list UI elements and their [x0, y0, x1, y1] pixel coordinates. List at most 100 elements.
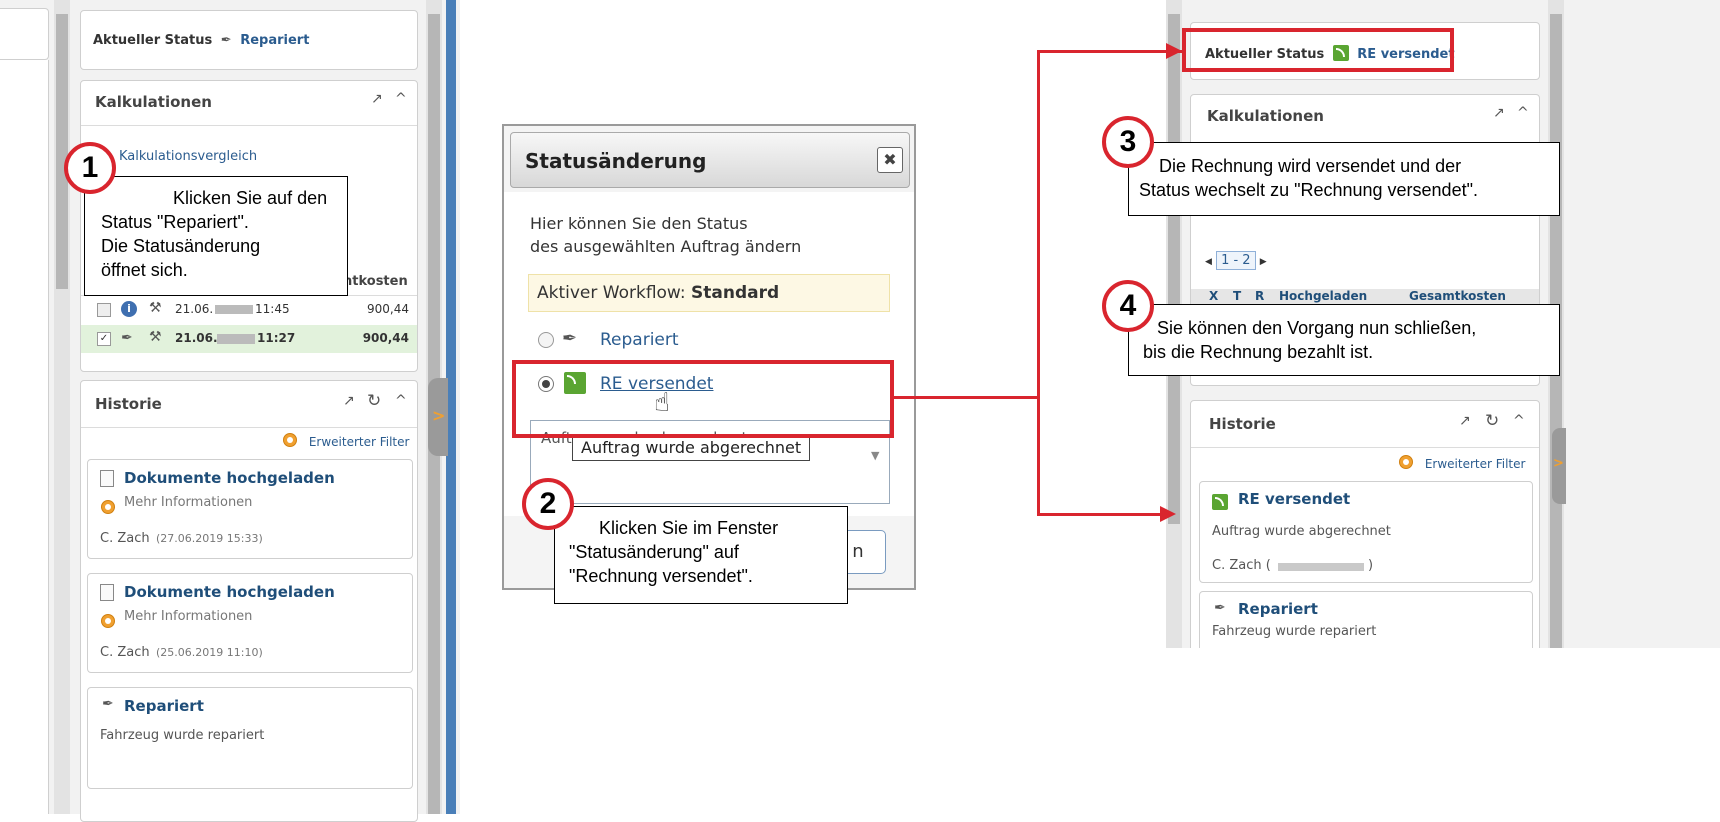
scrollbar-thumb[interactable]	[1168, 14, 1180, 524]
card-user[interactable]: C. Zach	[100, 645, 150, 660]
row-date: 21.06.	[175, 331, 218, 345]
step-number-3: 3	[1102, 116, 1154, 168]
checkbox-checked[interactable]: ✓	[97, 332, 111, 346]
history-card: ✒ Repariert Fahrzeug wurde repariert	[87, 687, 413, 789]
dialog-body: Hier können Sie den Status des ausgewähl…	[504, 192, 914, 516]
filter-label[interactable]: Erweiterter Filter	[309, 435, 410, 449]
connector-line	[894, 396, 1040, 399]
highlight-status-right	[1182, 28, 1454, 72]
collapse-icon[interactable]: ^	[395, 393, 407, 409]
redacted-block	[1278, 563, 1364, 571]
history-card: RE versendet Auftrag wurde abgerechnet C…	[1199, 481, 1533, 583]
kalkulationen-title: Kalkulationen	[1207, 107, 1324, 125]
callout-4-line1: Sie können den Vorgang nun schließen,	[1157, 318, 1477, 338]
row-time: 11:27	[257, 331, 296, 345]
collapse-icon[interactable]: ^	[1513, 413, 1525, 429]
callout-4-line2: bis die Rechnung bezahlt ist.	[1143, 342, 1374, 362]
pager[interactable]: ◀ 1 - 2 ▶	[1205, 251, 1267, 270]
card-title: Repariert	[1238, 600, 1318, 618]
row-value: 900,44	[362, 331, 409, 345]
callout-1-line2: Status "Repariert".	[101, 212, 249, 232]
tools-icon: ⚒	[149, 300, 162, 316]
pager-label[interactable]: 1 - 2	[1216, 251, 1256, 270]
chevron-right-icon[interactable]: >	[432, 406, 445, 425]
kalkulationen-title: Kalkulationen	[95, 93, 212, 111]
status-label: Aktueller Status	[93, 33, 213, 48]
collapse-icon[interactable]: ^	[1517, 105, 1529, 121]
card-text: Fahrzeug wurde repariert	[1212, 624, 1377, 639]
card-user[interactable]: C. Zach	[100, 531, 150, 546]
history-card: ✒ Repariert Fahrzeug wurde repariert	[1199, 591, 1533, 648]
historie-title: Historie	[95, 395, 162, 413]
dialog-description-line2: des ausgewählten Auftrag ändern	[530, 237, 802, 256]
kalkulationsvergleich-link[interactable]: Kalkulationsvergleich	[119, 149, 257, 164]
row-date: 21.06.	[175, 302, 214, 316]
workflow-label: Aktiver Workflow:	[537, 283, 686, 303]
arrow-head-icon	[1166, 43, 1182, 59]
document-icon	[100, 470, 114, 487]
more-info-link[interactable]: Mehr Informationen	[124, 609, 252, 624]
chevron-right-icon[interactable]: >	[1553, 456, 1564, 471]
filter-icon	[1399, 455, 1413, 469]
expand-icon[interactable]: ↗	[371, 91, 383, 107]
header-t[interactable]: T	[1233, 289, 1241, 303]
more-info-link[interactable]: Mehr Informationen	[124, 495, 252, 510]
card-user-end: )	[1368, 558, 1374, 573]
refresh-icon[interactable]: ↻	[1485, 411, 1499, 431]
chevron-down-icon[interactable]: ▼	[871, 449, 879, 462]
refresh-icon[interactable]: ↻	[367, 391, 381, 411]
callout-3-line1: Die Rechnung wird versendet und der	[1159, 156, 1462, 176]
row-value: 900,44	[367, 302, 409, 316]
redacted-block	[217, 334, 255, 344]
wrench-icon: ✒	[121, 330, 133, 346]
chevron-left-icon[interactable]: ◀	[1205, 257, 1212, 267]
callout-1-line4: öffnet sich.	[101, 260, 188, 280]
table-header: X T R Hochgeladen Gesamtkosten	[1191, 289, 1539, 305]
tools-icon: ⚒	[149, 329, 162, 345]
historie-panel: Historie ↗ ↻ ^ Erweiterter Filter RE ver…	[1190, 400, 1540, 648]
callout-2-line3: "Rechnung versendet".	[569, 566, 753, 586]
callout-1-line1: Klicken Sie auf den	[173, 188, 328, 208]
collapse-icon[interactable]: ^	[395, 91, 407, 107]
status-panel: Aktueller Status ✒ Repariert	[80, 10, 418, 70]
expand-icon[interactable]: ↗	[1493, 105, 1505, 121]
callout-2-line1: Klicken Sie im Fenster	[599, 518, 779, 538]
card-title: Dokumente hochgeladen	[124, 469, 335, 487]
scrollbar-thumb[interactable]	[56, 14, 68, 289]
radio-repariert[interactable]	[538, 332, 554, 348]
checkbox[interactable]	[97, 303, 111, 317]
card-user[interactable]: C. Zach (	[1212, 558, 1271, 573]
header-r[interactable]: R	[1255, 289, 1264, 303]
history-card: Dokumente hochgeladen Mehr Informationen…	[87, 573, 413, 673]
expand-icon[interactable]: ↗	[343, 393, 355, 409]
expand-icon[interactable]: ↗	[1459, 413, 1471, 429]
header-x[interactable]: X	[1209, 289, 1218, 303]
status-value-link[interactable]: Repariert	[240, 33, 309, 48]
chevron-right-icon[interactable]: ▶	[1260, 257, 1267, 267]
row-time: 11:45	[255, 302, 290, 316]
card-text: Fahrzeug wurde repariert	[100, 728, 265, 743]
callout-box-4: Sie können den Vorgang nun schließen, bi…	[1128, 304, 1560, 376]
card-title: Dokumente hochgeladen	[124, 583, 335, 601]
card-date: (27.06.2019 15:33)	[156, 532, 263, 545]
table-header-kosten: ntkosten	[343, 274, 408, 289]
table-row[interactable]: i ⚒ 21.06. 11:45 900,44	[81, 297, 417, 323]
step-number-2: 2	[522, 478, 574, 530]
table-row-selected[interactable]: ✓ ✒ ⚒ 21.06. 11:27 900,44	[81, 325, 417, 353]
info-icon[interactable]: i	[121, 301, 137, 317]
close-icon[interactable]: ✖	[877, 147, 903, 173]
left-partial-sidebar	[0, 60, 49, 814]
header-hochgeladen[interactable]: Hochgeladen	[1279, 289, 1367, 303]
filter-label[interactable]: Erweiterter Filter	[1425, 457, 1526, 471]
erweiterter-filter[interactable]: Erweiterter Filter	[1399, 455, 1525, 471]
callout-1-line3: Die Statusänderung	[101, 236, 261, 256]
highlight-re-versendet	[512, 360, 894, 438]
erweiterter-filter[interactable]: Erweiterter Filter	[283, 433, 409, 449]
connector-line	[1037, 513, 1161, 516]
card-text: Auftrag wurde abgerechnet	[1212, 524, 1391, 539]
callout-box-2: Klicken Sie im Fenster "Statusänderung" …	[554, 506, 848, 604]
header-gesamtkosten[interactable]: Gesamtkosten	[1409, 289, 1506, 303]
redacted-block	[215, 305, 253, 314]
callout-box-1: Klicken Sie auf den Status "Repariert". …	[84, 176, 348, 296]
option-repariert[interactable]: Repariert	[600, 330, 679, 350]
